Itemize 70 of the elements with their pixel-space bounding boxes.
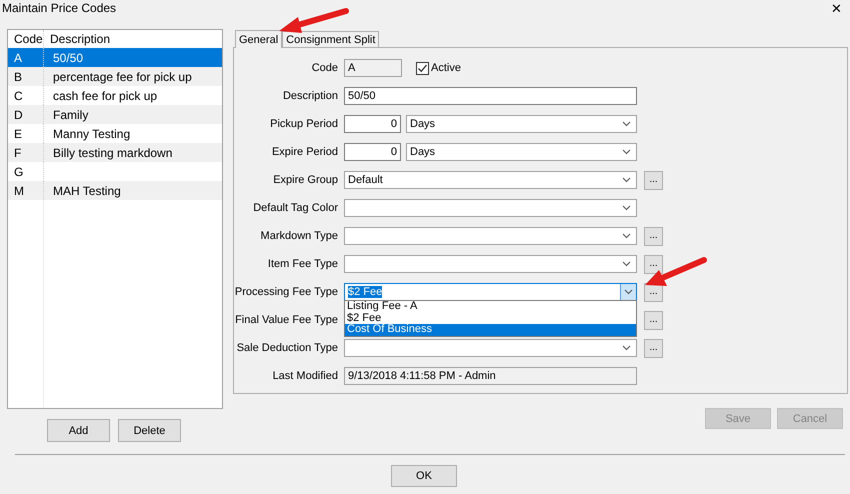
description-cell-text: 50/50: [52, 50, 84, 64]
browse-button[interactable]: ...: [644, 338, 663, 358]
readonly-field: A: [344, 59, 402, 77]
pointer-arrow: [645, 257, 707, 286]
code-cell: B: [8, 67, 44, 86]
check-icon: [417, 62, 428, 74]
ok-button[interactable]: OK: [391, 465, 457, 487]
list-button[interactable]: Add: [47, 419, 110, 442]
browse-button[interactable]: ...: [644, 254, 663, 274]
checkbox-label: Active: [431, 62, 461, 74]
field-label: Final Value Fee Type: [234, 314, 339, 326]
dropdown-option[interactable]: Cost Of Business: [345, 324, 636, 336]
list-row[interactable]: F Billy testing markdown: [8, 143, 222, 162]
tab[interactable]: Consignment Split: [282, 31, 380, 47]
description-cell-text: Manny Testing: [52, 126, 130, 140]
list-row[interactable]: D Family: [8, 105, 222, 124]
list-row[interactable]: B percentage fee for pick up: [8, 67, 222, 86]
dropdown[interactable]: [344, 339, 637, 357]
dropdown[interactable]: [344, 199, 637, 217]
browse-button[interactable]: ...: [644, 310, 663, 330]
field-label: Expire Period: [270, 146, 339, 158]
field-label: Expire Group: [272, 174, 339, 186]
tab[interactable]: General: [235, 30, 282, 48]
browse-button[interactable]: ...: [644, 226, 663, 246]
chevron-down-icon: [622, 261, 631, 267]
chevron-down-icon: [622, 233, 631, 239]
unit-dropdown[interactable]: Days: [406, 115, 637, 133]
window-title: Maintain Price Codes: [2, 1, 116, 15]
dropdown[interactable]: [344, 255, 637, 273]
pointer-arrow: [279, 8, 349, 33]
field-label: Description: [282, 90, 339, 102]
description-cell-text: MAH Testing: [52, 184, 121, 198]
list-button[interactable]: Delete: [118, 419, 181, 442]
chevron-down-icon: [622, 149, 631, 155]
number-field[interactable]: 0: [344, 115, 401, 133]
dropdown[interactable]: Default: [344, 171, 637, 189]
field-label: Sale Deduction Type: [236, 342, 339, 354]
description-cell-text: Family: [52, 108, 88, 122]
description-cell-text: Billy testing markdown: [52, 146, 172, 160]
list-row[interactable]: M MAH Testing: [8, 181, 222, 200]
field-label: Pickup Period: [269, 118, 339, 130]
field-label: Default Tag Color: [252, 202, 339, 214]
field-label: Markdown Type: [260, 230, 339, 242]
chevron-down-icon: [622, 177, 631, 183]
column-header[interactable]: Description: [44, 32, 110, 46]
chevron-down-icon: [622, 205, 631, 211]
chevron-down-icon: [622, 121, 631, 127]
unit-dropdown[interactable]: Days: [406, 143, 637, 161]
description-cell-text: cash fee for pick up: [52, 88, 158, 102]
readonly-field: 9/13/2018 4:11:58 PM - Admin: [344, 367, 637, 385]
list-row[interactable]: A 50/50: [8, 48, 222, 67]
checkbox[interactable]: [416, 62, 429, 74]
field-label: Processing Fee Type: [234, 286, 339, 298]
dropdown-option[interactable]: Listing Fee - A: [345, 301, 636, 312]
field-label: Item Fee Type: [266, 258, 339, 270]
browse-button[interactable]: ...: [644, 170, 663, 190]
chevron-down-icon: [622, 345, 631, 351]
close-button[interactable]: ✕: [831, 0, 842, 16]
field-label: Code: [310, 62, 339, 74]
text-field[interactable]: 50/50: [344, 87, 637, 105]
number-field[interactable]: 0: [344, 143, 401, 161]
field-label: Last Modified: [272, 370, 339, 382]
code-cell: F: [8, 143, 44, 162]
dropdown[interactable]: $2 Fee: [344, 283, 637, 301]
code-cell: D: [8, 105, 44, 124]
chevron-down-icon: [624, 289, 633, 295]
dropdown[interactable]: [344, 227, 637, 245]
description-cell-text: percentage fee for pick up: [52, 70, 192, 84]
dropdown-option[interactable]: $2 Fee: [345, 312, 636, 324]
code-cell: M: [8, 181, 44, 200]
